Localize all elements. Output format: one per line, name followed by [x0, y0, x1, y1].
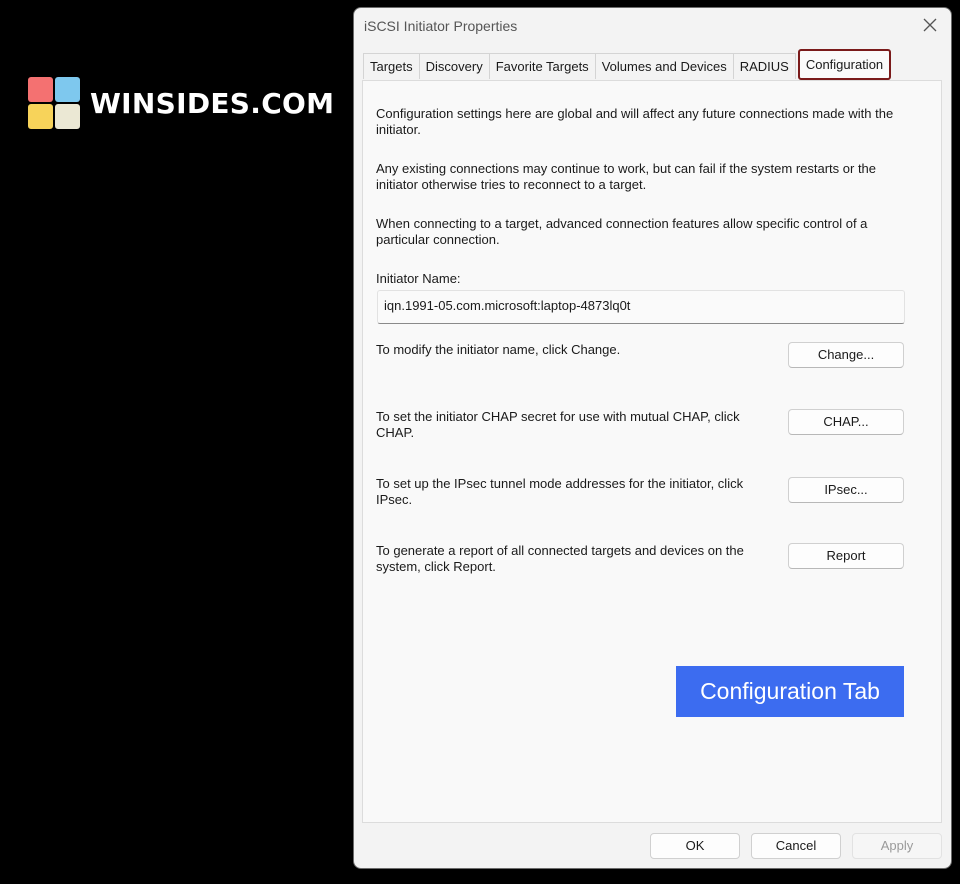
configuration-tab-callout: Configuration Tab [676, 666, 904, 717]
tab-configuration[interactable]: Configuration [797, 49, 892, 80]
logo-tile-yellow [28, 104, 53, 129]
configuration-panel: Configuration settings here are global a… [362, 80, 942, 823]
report-description: To generate a report of all connected ta… [376, 543, 744, 574]
tab-discovery[interactable]: Discovery [418, 53, 490, 79]
ipsec-description: To set up the IPsec tunnel mode addresse… [376, 476, 744, 507]
chap-description: To set the initiator CHAP secret for use… [376, 409, 740, 440]
logo-tile-cream [55, 104, 80, 129]
tab-strip: Targets Discovery Favorite Targets Volum… [363, 49, 892, 80]
cancel-button[interactable]: Cancel [751, 833, 841, 859]
close-icon[interactable] [921, 16, 939, 34]
change-description: To modify the initiator name, click Chan… [376, 342, 621, 357]
intro-text-1: Configuration settings here are global a… [376, 106, 894, 137]
tab-favorite-targets[interactable]: Favorite Targets [488, 53, 596, 79]
iscsi-properties-dialog: iSCSI Initiator Properties Targets Disco… [353, 7, 952, 869]
initiator-name-field[interactable]: iqn.1991-05.com.microsoft:laptop-4873lq0… [377, 290, 905, 324]
title-bar: iSCSI Initiator Properties [354, 8, 951, 44]
tab-targets[interactable]: Targets [363, 53, 420, 79]
ok-button[interactable]: OK [650, 833, 740, 859]
chap-button[interactable]: CHAP... [788, 409, 904, 435]
logo-tile-blue [55, 77, 80, 102]
report-button[interactable]: Report [788, 543, 904, 569]
logo-tiles [28, 77, 80, 129]
brand-logo: WINSIDES.COM [28, 77, 334, 129]
brand-text: WINSIDES.COM [90, 86, 335, 120]
tab-radius[interactable]: RADIUS [732, 53, 796, 79]
dialog-title: iSCSI Initiator Properties [364, 18, 518, 34]
intro-text-2: Any existing connections may continue to… [376, 161, 877, 192]
ipsec-button[interactable]: IPsec... [788, 477, 904, 503]
tab-volumes-and-devices[interactable]: Volumes and Devices [594, 53, 734, 79]
apply-button[interactable]: Apply [852, 833, 942, 859]
intro-text-3: When connecting to a target, advanced co… [376, 216, 868, 247]
change-button[interactable]: Change... [788, 342, 904, 368]
logo-tile-red [28, 77, 53, 102]
initiator-name-label: Initiator Name: [376, 271, 461, 286]
